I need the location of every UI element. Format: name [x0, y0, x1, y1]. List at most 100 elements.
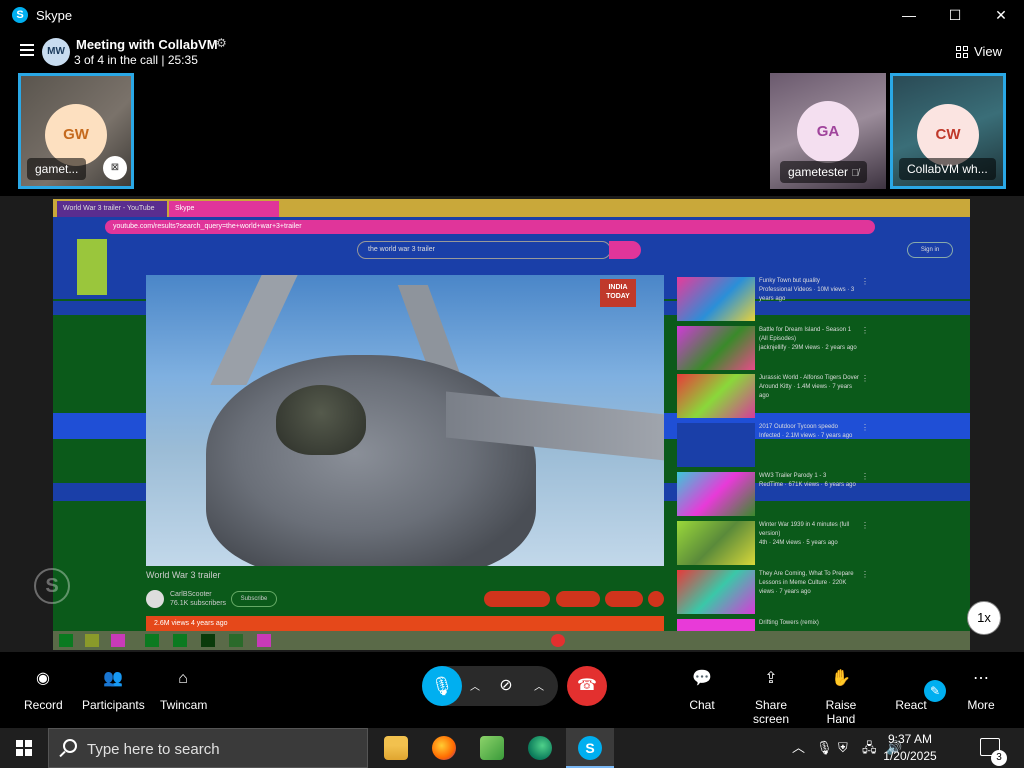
firefox-icon	[432, 736, 456, 760]
sidebar-thumbnail	[677, 326, 755, 370]
taskbar-clock[interactable]: 9:37 AM 1/20/2025	[880, 731, 940, 765]
maximize-button[interactable]: ☐	[932, 0, 978, 30]
share-screen-button[interactable]: ⇪ Share screen	[738, 668, 804, 726]
remote-app-icon	[229, 634, 243, 647]
react-icon-space	[900, 668, 922, 690]
participant-tile-gw[interactable]: GW gamet... ⊠	[18, 73, 134, 189]
remote-app-icon	[145, 634, 159, 647]
remote-app-icon	[85, 634, 99, 647]
share-screen-label: Share screen	[752, 698, 790, 726]
call-controls-bar: ◉ Record 👥 Participants ⌂ Twincam 🎙 ︿ ⊘ …	[0, 652, 1024, 726]
edge-icon	[528, 736, 552, 760]
tray-network-icon[interactable]: 🖧	[862, 728, 877, 768]
playback-speed-button[interactable]: 1x	[967, 601, 1001, 635]
share-screen-icon: ⇪	[764, 670, 778, 687]
microphone-button[interactable]: 🎙	[422, 666, 462, 706]
participant-name: gamet...	[27, 158, 87, 180]
video-frame-jet	[206, 355, 536, 566]
remote-taskbar	[53, 631, 970, 650]
hamburger-menu-icon[interactable]	[20, 44, 34, 56]
sidebar-thumbnail	[677, 472, 755, 516]
browser-address-bar: youtube.com/results?search_query=the+wor…	[105, 220, 875, 234]
more-vert-icon: ⋮	[861, 570, 869, 579]
sidebar-video: 2017 Outdoor Tycoon speedo Infected · 2.1…	[675, 421, 869, 467]
notepad-icon	[480, 736, 504, 760]
close-button[interactable]: ✕	[978, 0, 1024, 30]
pen-icon[interactable]: ✎	[924, 680, 946, 702]
channel-subs: 76.1K subscribers	[170, 600, 227, 607]
more-vert-icon: ⋮	[861, 521, 869, 530]
mic-options-chevron-icon[interactable]: ︿	[470, 678, 480, 693]
clock-time: 9:37 AM	[887, 732, 933, 746]
sidebar-video: WW3 Trailer Parody 1 - 3 RedTime · 671K v…	[675, 470, 869, 516]
gear-icon[interactable]: ⚙	[216, 36, 227, 50]
record-label: Record	[24, 698, 63, 712]
more-vert-icon: ⋮	[861, 472, 869, 481]
taskbar-search-input[interactable]	[87, 737, 357, 761]
call-status: 3 of 4 in the call | 25:35	[74, 53, 198, 67]
remote-app-icon	[257, 634, 271, 647]
sidebar-video: Drifting Towers (remix)	[675, 617, 857, 631]
edge-taskbar-icon[interactable]	[516, 728, 564, 768]
firefox-taskbar-icon[interactable]	[420, 728, 468, 768]
more-actions-button	[648, 591, 664, 607]
end-call-button[interactable]: ☎	[567, 666, 607, 706]
skype-logo-icon: S	[12, 7, 28, 23]
file-explorer-taskbar-icon[interactable]	[372, 728, 420, 768]
more-button[interactable]: ⋯ More	[966, 668, 996, 712]
react-button[interactable]: React	[894, 668, 928, 712]
sidebar-video-text: Winter War 1939 in 4 minutes (full versi…	[759, 522, 850, 546]
taskbar-search[interactable]	[48, 728, 368, 768]
participant-tile-ga[interactable]: GA gametester 🎙̸	[770, 73, 886, 189]
record-button[interactable]: ◉ Record	[24, 668, 63, 712]
participants-button[interactable]: 👥 Participants	[82, 668, 145, 712]
microphone-icon: 🎙	[430, 676, 454, 696]
view-button[interactable]: View	[956, 44, 1002, 59]
sidebar-thumbnail	[677, 423, 755, 467]
shared-screen[interactable]: World War 3 trailer - YouTube Skype yout…	[53, 199, 970, 650]
browser-tab-youtube: World War 3 trailer - YouTube	[57, 201, 167, 217]
view-label: View	[974, 44, 1002, 59]
sidebar-video-text: Battle for Dream Island - Season 1 (All …	[759, 327, 857, 351]
youtube-search-field: the world war 3 trailer	[357, 241, 611, 259]
tray-mic-icon: 🎙	[816, 740, 833, 755]
meeting-avatar: MW	[42, 38, 70, 66]
chat-label: Chat	[689, 698, 715, 712]
start-button[interactable]	[0, 728, 48, 768]
muted-mic-icon: 🎙̸	[851, 168, 859, 179]
notification-count-badge: 3	[991, 750, 1007, 766]
sidebar-video: They Are Coming, What To Prepare Lessons …	[675, 568, 869, 614]
participant-tile-cw[interactable]: CW CollabVM wh...	[890, 73, 1006, 189]
folder-icon	[384, 736, 408, 760]
clock-date: 1/20/2025	[883, 749, 937, 763]
more-horizontal-icon: ⋯	[973, 670, 989, 687]
stop-video-icon[interactable]: ⊠	[103, 156, 127, 180]
notepad-taskbar-icon[interactable]	[468, 728, 516, 768]
grid-view-icon	[956, 45, 969, 58]
sidebar-video-text: 2017 Outdoor Tycoon speedo Infected · 2.1…	[759, 424, 853, 439]
sidebar-video-text: Jurassic World - Alfonso Tigers Dover Aro…	[759, 375, 859, 399]
camera-off-button[interactable]: ⊘	[494, 674, 518, 698]
share-button	[556, 591, 600, 607]
participant-name-text: CollabVM wh...	[907, 162, 988, 176]
tray-chevron-icon[interactable]: ︿	[792, 728, 805, 768]
skype-taskbar-icon[interactable]: S	[566, 728, 614, 768]
sidebar-video-text: They Are Coming, What To Prepare Lessons …	[759, 571, 854, 595]
remote-alert-icon	[551, 634, 565, 647]
subscribe-button: Subscribe	[231, 591, 277, 607]
chat-button[interactable]: 💬 Chat	[688, 668, 716, 712]
twincam-button[interactable]: ⌂ Twincam	[160, 668, 207, 712]
end-call-icon: ☎	[577, 677, 597, 694]
youtube-logo	[77, 239, 107, 295]
video-frame-cockpit	[276, 385, 366, 455]
minimize-button[interactable]: —	[886, 0, 932, 30]
tray-security-icon: ⛨	[838, 740, 848, 755]
raise-hand-button[interactable]: ✋ Raise Hand	[812, 668, 870, 726]
browser-tab-skype: Skype	[169, 201, 279, 217]
more-vert-icon: ⋮	[861, 374, 869, 383]
video-player[interactable]: INDIA TODAY	[146, 275, 664, 566]
participant-avatar: GA	[797, 101, 859, 163]
twincam-icon: ⌂	[178, 670, 188, 687]
camera-options-chevron-icon[interactable]: ︿	[534, 678, 544, 693]
more-vert-icon: ⋮	[861, 326, 869, 335]
